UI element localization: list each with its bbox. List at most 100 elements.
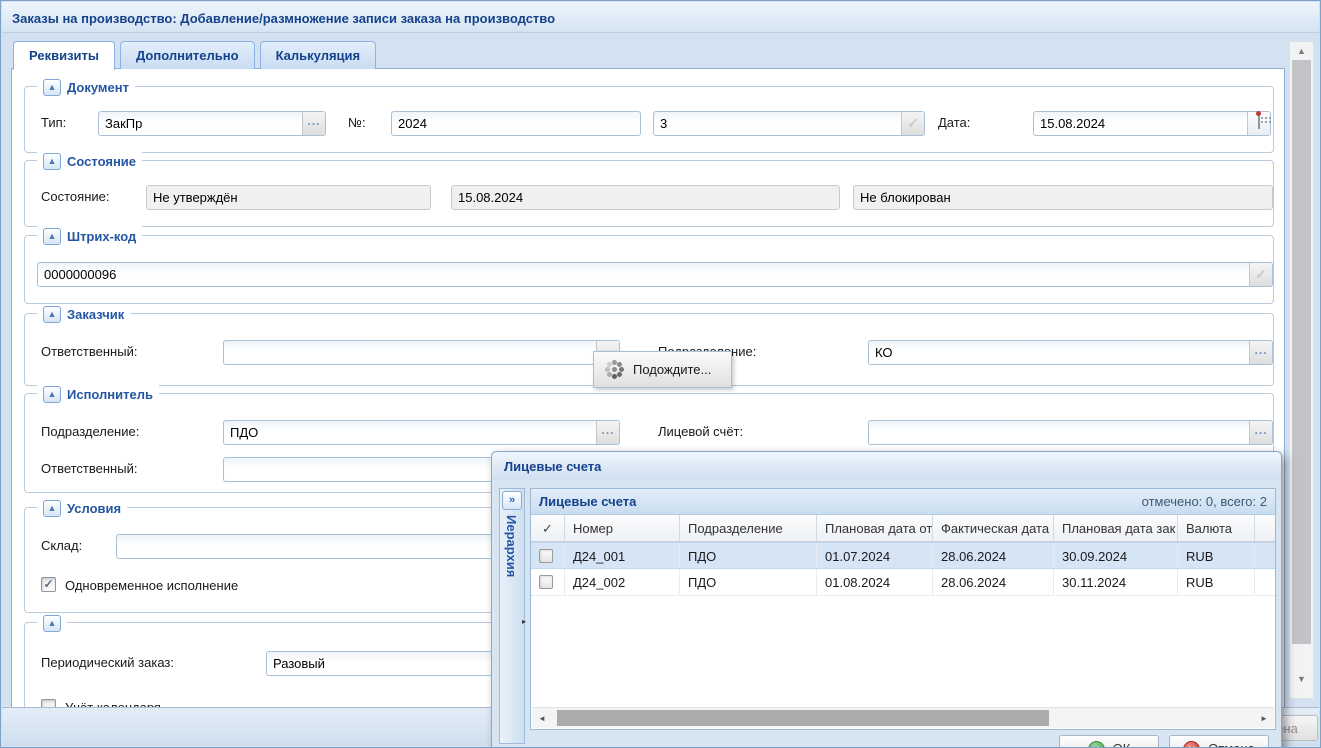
table-row[interactable]: Д24_002ПДО01.08.202428.06.202430.11.2024… (531, 569, 1275, 596)
section-conditions-legend: ▲ Условия (37, 498, 127, 518)
doc-number-label: №: (348, 115, 366, 133)
section-document-legend: ▲ Документ (37, 77, 135, 97)
row-checkbox[interactable] (539, 549, 553, 563)
collapse-icon[interactable]: ▲ (43, 228, 61, 245)
column-header[interactable]: Подразделение (680, 515, 817, 541)
tab-0[interactable]: Реквизиты (13, 41, 115, 70)
executor-department-input[interactable] (223, 420, 620, 445)
lookup-ellipsis-icon[interactable]: ... (1249, 421, 1272, 444)
section-periodic-legend: ▲ (37, 613, 67, 633)
scroll-left-icon[interactable]: ◄ (534, 708, 550, 728)
table-row[interactable]: Д24_001ПДО01.07.202428.06.202430.09.2024… (531, 542, 1275, 569)
collapse-icon[interactable]: ▲ (43, 386, 61, 403)
barcode-input[interactable] (37, 262, 1273, 287)
scroll-up-icon[interactable]: ▲ (1290, 46, 1313, 56)
scroll-down-icon[interactable]: ▼ (1290, 674, 1313, 684)
warehouse-label: Склад: (41, 538, 82, 556)
simultaneous-label: Одновременное исполнение (65, 578, 238, 593)
table-cell-number: Д24_001 (565, 543, 680, 568)
scrollbar-thumb[interactable] (1292, 60, 1311, 644)
executor-department-label: Подразделение: (41, 424, 139, 442)
row-checkbox-cell (531, 569, 565, 595)
hscrollbar-thumb[interactable] (557, 710, 1049, 726)
state-date-field (451, 185, 840, 210)
dialog-ok-button[interactable]: ✓ ОК (1059, 735, 1159, 748)
collapse-icon[interactable]: ▲ (43, 153, 61, 170)
state-lock-field (853, 185, 1273, 210)
state-label: Состояние: (41, 189, 109, 207)
accounts-dialog-title: Лицевые счета (492, 452, 1281, 480)
collapse-icon[interactable]: ▲ (43, 79, 61, 96)
table-cell-planned_open_date: 01.08.2024 (817, 569, 933, 595)
table-cell-actual_date: 28.06.2024 (933, 569, 1054, 595)
table-cell-filler (1255, 543, 1275, 568)
column-header[interactable]: Валюта (1178, 515, 1255, 541)
doc-date-input[interactable] (1033, 111, 1271, 136)
hierarchy-tab-label[interactable]: Иерархия (504, 515, 519, 577)
periodic-order-label: Периодический заказ: (41, 655, 174, 673)
table-cell-department: ПДО (680, 543, 817, 568)
simultaneous-checkbox[interactable]: ✓ (41, 577, 56, 592)
column-header[interactable]: Номер (565, 515, 680, 541)
column-header[interactable]: Плановая дата зак (1054, 515, 1178, 541)
doc-date-field (1033, 111, 1271, 136)
section-customer-legend: ▲ Заказчик (37, 304, 130, 324)
tab-strip: РеквизитыДополнительноКалькуляция (13, 41, 376, 69)
collapse-icon[interactable]: ▲ (43, 500, 61, 517)
grid-panel-title: Лицевые счета (539, 494, 636, 514)
table-cell-actual_date: 28.06.2024 (933, 543, 1054, 568)
column-header-filler (1255, 515, 1275, 541)
check-icon[interactable]: ✓ (1249, 263, 1272, 286)
check-icon[interactable]: ✓ (901, 112, 924, 135)
collapse-icon[interactable]: ▲ (43, 306, 61, 323)
executor-account-input[interactable] (868, 420, 1273, 445)
lookup-ellipsis-icon[interactable]: ... (1249, 341, 1272, 364)
lookup-ellipsis-icon[interactable]: ... (596, 421, 619, 444)
scroll-right-icon[interactable]: ► (1256, 708, 1272, 728)
calendar-icon (1258, 113, 1260, 129)
customer-department-field: ... (868, 340, 1273, 365)
accounts-grid-panel: Лицевые счета отмечено: 0, всего: 2 ✓Ном… (530, 488, 1276, 730)
wait-tooltip-text: Подождите... (633, 362, 711, 377)
accounts-dialog: Лицевые счета » Иерархия ▸ Лицевые счета… (491, 451, 1282, 748)
tab-1[interactable]: Дополнительно (120, 41, 255, 69)
section-document: ▲ Документ Тип: ... №: ✓ Дата: (24, 86, 1274, 153)
calendar-button[interactable] (1247, 112, 1270, 135)
hierarchy-collapsed-panel: » Иерархия ▸ (499, 488, 525, 744)
doc-extra-number-field: ✓ (653, 111, 925, 136)
table-cell-currency: RUB (1178, 543, 1255, 568)
section-barcode-legend: ▲ Штрих-код (37, 226, 142, 246)
section-barcode: ▲ Штрих-код ✓ (24, 235, 1274, 304)
row-checkbox[interactable] (539, 575, 553, 589)
header-check-icon[interactable]: ✓ (531, 515, 565, 541)
tab-2[interactable]: Калькуляция (260, 41, 377, 69)
dialog-cancel-button[interactable]: ✕ Отмена (1169, 735, 1269, 748)
customer-department-input[interactable] (868, 340, 1273, 365)
executor-account-field: ... (868, 420, 1273, 445)
column-header[interactable]: Плановая дата отк (817, 515, 933, 541)
panel-resize-handle-icon[interactable]: ▸ (522, 617, 526, 626)
doc-type-input[interactable] (98, 111, 326, 136)
state-status-field (146, 185, 431, 210)
customer-responsible-input[interactable] (223, 340, 620, 365)
grid-panel-header: Лицевые счета отмечено: 0, всего: 2 (531, 489, 1275, 515)
row-checkbox-cell (531, 543, 565, 568)
selection-summary: отмечено: 0, всего: 2 (1142, 494, 1267, 514)
wait-tooltip: Подождите... (593, 351, 732, 388)
executor-responsible-label: Ответственный: (41, 461, 137, 479)
doc-extra-number-input[interactable] (653, 111, 925, 136)
state-status-input (146, 185, 431, 210)
expand-panel-icon[interactable]: » (502, 491, 522, 510)
table-cell-department: ПДО (680, 569, 817, 595)
section-state-legend: ▲ Состояние (37, 151, 142, 171)
barcode-field: ✓ (37, 262, 1273, 287)
grid-horizontal-scrollbar[interactable]: ◄ ► (532, 707, 1274, 728)
section-state: ▲ Состояние Состояние: (24, 160, 1274, 227)
collapse-icon[interactable]: ▲ (43, 615, 61, 632)
main-vertical-scrollbar[interactable]: ▲ ▼ (1289, 41, 1314, 699)
doc-number-input[interactable] (391, 111, 641, 136)
column-header[interactable]: Фактическая дата (933, 515, 1054, 541)
table-cell-filler (1255, 569, 1275, 595)
lookup-ellipsis-icon[interactable]: ... (302, 112, 325, 135)
customer-responsible-label: Ответственный: (41, 344, 137, 362)
